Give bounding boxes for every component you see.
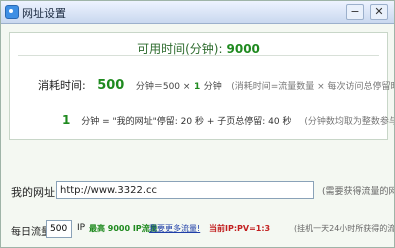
unit-time-row: 1 分钟 = "我的网址"停留: 20 秒 + 子页总停留: 40 秒 (分钟数… [62,113,394,127]
url-row: 我的网址: (需要获得流量的网址) [11,181,394,200]
title-bar: 网址设置 − ✕ [1,1,394,24]
url-label: 我的网址: [11,186,59,199]
minimize-icon[interactable]: − [346,4,364,20]
time-summary-panel: 可用时间(分钟): 9000 消耗时间: 500 分钟＝500 × 1 分钟 (消… [9,32,394,140]
traffic-row: 每日流量: IP 最高 9000 IP流量 我要更多流量! 当前IP:PV=1:… [11,220,394,238]
settings-window: 网址设置 − ✕ 可用时间(分钟): 9000 消耗时间: 500 分钟＝500 … [0,0,395,248]
consume-unit: 分钟 [203,82,222,92]
more-traffic-link[interactable]: 我要更多流量! [149,223,200,234]
unit-time-formula: 分钟 = "我的网址"停留: 20 秒 + 子页总停留: 40 秒 [81,117,292,127]
url-hint: (需要获得流量的网址) [322,187,394,197]
consume-time-row: 消耗时间: 500 分钟＝500 × 1 分钟 (消耗时间=流量数量 × 每次访… [38,77,395,93]
unit-time-value: 1 [62,113,71,127]
consume-time-label: 消耗时间: [38,79,86,92]
available-time-value: 9000 [226,42,260,56]
consume-per-value: 1 [193,82,201,92]
consume-note: (消耗时间=流量数量 × 每次访问总停留时间) [231,82,395,92]
app-icon [5,5,19,19]
window-controls: − ✕ [346,4,388,20]
consume-time-value: 500 [97,78,125,93]
consume-formula: 分钟＝500 × [135,82,191,92]
traffic-max: 最高 9000 IP流量 [89,224,158,233]
url-input[interactable] [56,181,314,199]
divider [18,55,379,56]
close-icon[interactable]: ✕ [370,4,388,20]
available-time-label: 可用时间(分钟): [137,42,223,56]
window-title: 网址设置 [22,7,66,20]
traffic-note: (挂机一天24小时所获得的流量) [294,224,395,233]
traffic-ip-unit: IP [77,223,86,233]
unit-time-note: (分钟数均取为整数参与计算) [304,117,394,127]
ip-pv-ratio: 当前IP:PV=1:3 [209,224,271,233]
traffic-input[interactable] [46,220,72,238]
